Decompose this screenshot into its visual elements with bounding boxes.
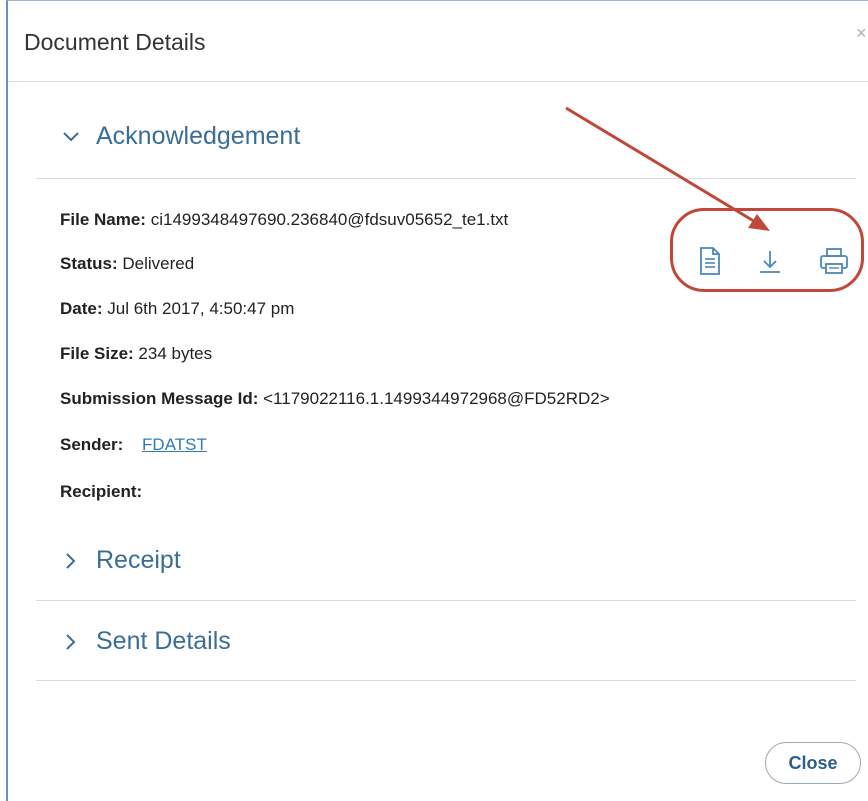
section-sent-details-toggle[interactable]: Sent Details [60,627,231,656]
recipient-label: Recipient: [60,482,143,501]
divider [36,680,856,681]
file-size-value: 234 bytes [138,344,213,363]
submission-message-id-value: <1179022116.1.1499344972968@FD52RD2> [263,389,610,408]
divider [36,600,856,601]
file-size-label: File Size: [60,344,134,363]
section-receipt-label: Receipt [96,546,181,574]
submission-message-id-label: Submission Message Id: [60,389,259,408]
section-sent-details-label: Sent Details [96,627,231,655]
chevron-right-icon [60,550,82,572]
close-button[interactable]: Close [765,742,861,784]
section-receipt-toggle[interactable]: Receipt [60,546,181,575]
date-row: Date: Jul 6th 2017, 4:50:47 pm [60,299,294,319]
annotation-arrow [565,106,770,231]
file-size-row: File Size: 234 bytes [60,344,212,364]
chevron-right-icon [60,631,82,653]
recipient-row: Recipient: [60,482,142,502]
sender-row: Sender: FDATST [60,435,207,455]
submission-message-id-row: Submission Message Id: <1179022116.1.149… [60,389,610,409]
date-label: Date: [60,299,103,318]
date-value: Jul 6th 2017, 4:50:47 pm [107,299,295,318]
sender-link[interactable]: FDATST [142,435,207,454]
sender-label: Sender: [60,435,124,454]
